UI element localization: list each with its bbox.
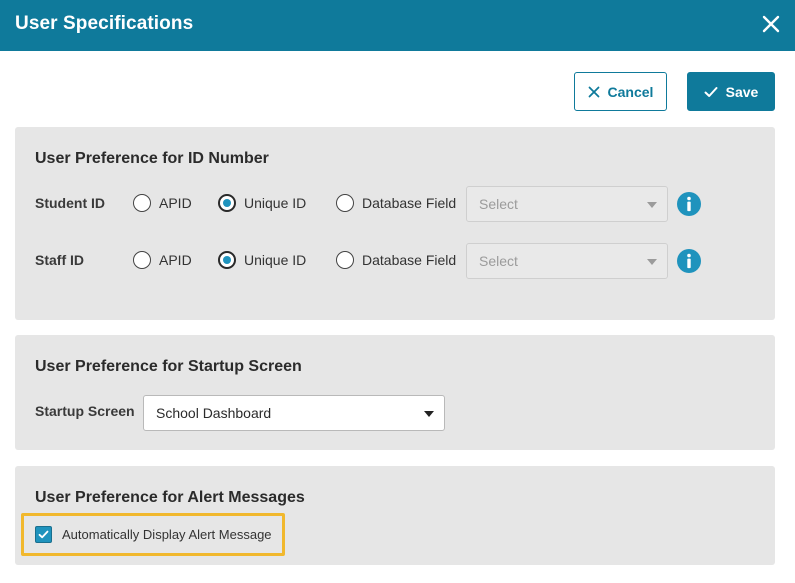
chevron-down-icon xyxy=(424,411,434,417)
save-button[interactable]: Save xyxy=(687,72,775,111)
info-icon[interactable] xyxy=(677,249,701,273)
check-icon xyxy=(38,530,49,539)
select-placeholder: Select xyxy=(479,253,518,269)
alert-messages-panel: User Preference for Alert Messages Autom… xyxy=(15,466,775,565)
radio-label: Unique ID xyxy=(244,252,307,268)
student-id-radio-apid[interactable]: APID xyxy=(133,194,192,212)
student-id-radio-database-field[interactable]: Database Field xyxy=(336,194,456,212)
info-icon[interactable] xyxy=(677,192,701,216)
select-placeholder: Select xyxy=(479,196,518,212)
staff-id-database-field-select[interactable]: Select xyxy=(466,243,668,279)
id-number-section-title: User Preference for ID Number xyxy=(35,150,269,167)
save-button-label: Save xyxy=(725,83,759,100)
id-number-panel: User Preference for ID Number Student ID… xyxy=(15,127,775,320)
auto-display-alert-checkbox[interactable] xyxy=(35,526,52,543)
startup-screen-panel: User Preference for Startup Screen Start… xyxy=(15,335,775,450)
radio-circle xyxy=(133,251,151,269)
startup-screen-label: Startup Screen xyxy=(35,403,135,419)
alert-section-title: User Preference for Alert Messages xyxy=(35,489,305,506)
staff-id-label: Staff ID xyxy=(35,252,84,268)
startup-screen-select[interactable]: School Dashboard xyxy=(143,395,445,431)
radio-label: Database Field xyxy=(362,195,457,211)
staff-id-radio-apid[interactable]: APID xyxy=(133,251,192,269)
startup-section-title: User Preference for Startup Screen xyxy=(35,358,302,375)
cancel-button[interactable]: Cancel xyxy=(574,72,667,111)
select-value: School Dashboard xyxy=(156,405,272,421)
radio-label: Database Field xyxy=(362,252,457,268)
radio-circle-checked xyxy=(218,251,236,269)
user-specifications-dialog: User Specifications Cancel Save User Pre… xyxy=(0,0,795,583)
student-id-label: Student ID xyxy=(35,195,105,211)
radio-label: APID xyxy=(159,252,192,268)
dialog-title: User Specifications xyxy=(15,13,194,34)
radio-label: APID xyxy=(159,195,192,211)
radio-circle xyxy=(336,194,354,212)
radio-circle-checked xyxy=(218,194,236,212)
check-icon xyxy=(704,86,718,97)
auto-display-alert-label[interactable]: Automatically Display Alert Message xyxy=(62,527,272,542)
dialog-header: User Specifications xyxy=(0,0,795,51)
close-button[interactable] xyxy=(759,12,783,36)
cancel-button-label: Cancel xyxy=(607,83,654,100)
x-icon xyxy=(588,86,599,97)
staff-id-radio-database-field[interactable]: Database Field xyxy=(336,251,456,269)
chevron-down-icon xyxy=(647,259,657,265)
radio-circle xyxy=(133,194,151,212)
chevron-down-icon xyxy=(647,202,657,208)
staff-id-radio-unique-id[interactable]: Unique ID xyxy=(218,251,306,269)
close-icon xyxy=(762,15,780,33)
radio-circle xyxy=(336,251,354,269)
student-id-radio-unique-id[interactable]: Unique ID xyxy=(218,194,306,212)
radio-label: Unique ID xyxy=(244,195,307,211)
student-id-database-field-select[interactable]: Select xyxy=(466,186,668,222)
